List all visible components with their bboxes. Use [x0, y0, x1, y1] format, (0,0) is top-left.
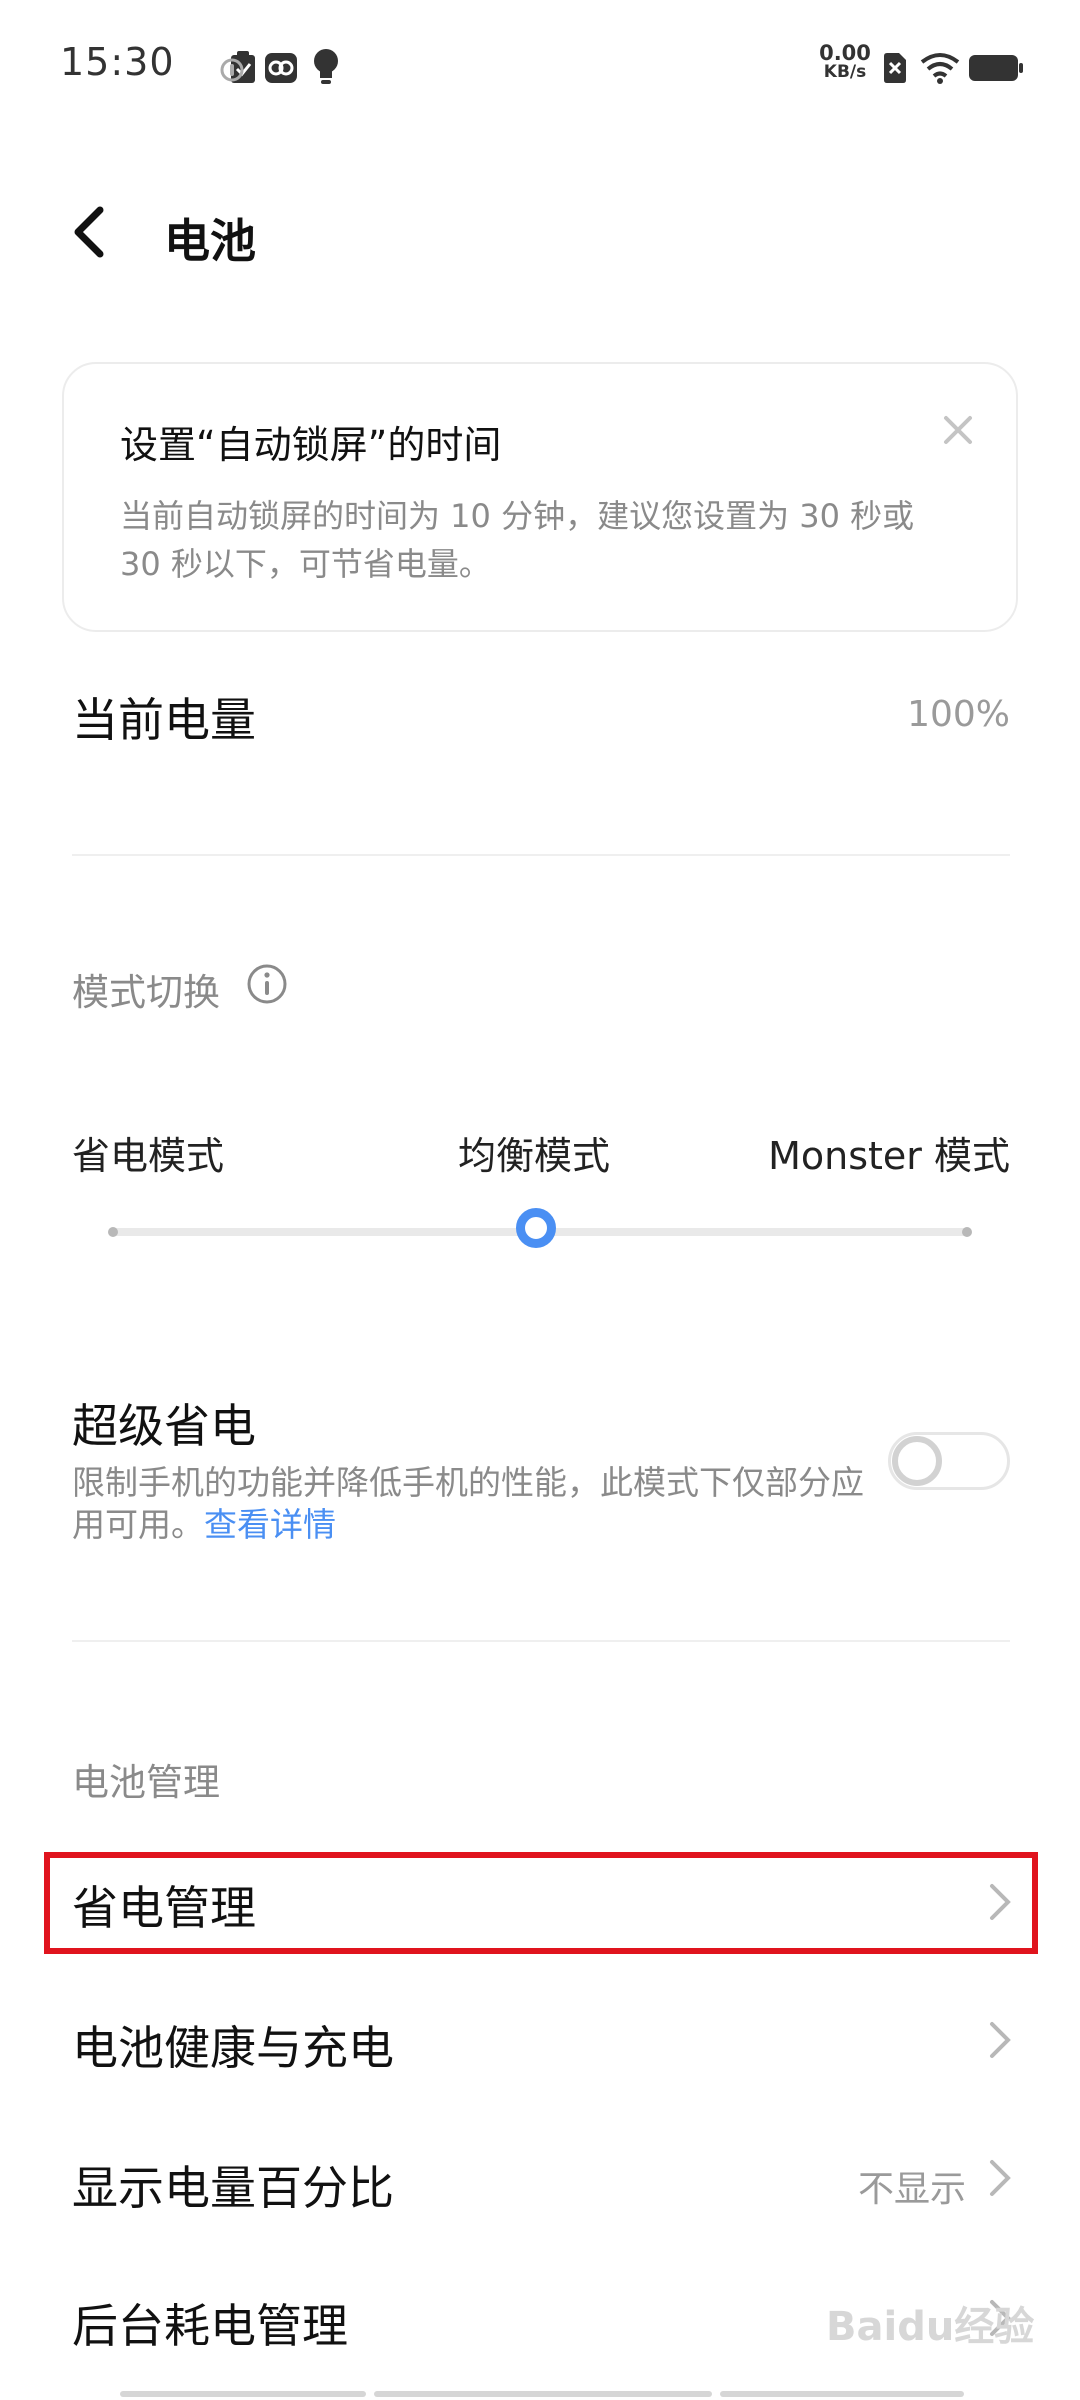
tip-title: 设置“自动锁屏”的时间 [120, 423, 502, 467]
battery-management-title: 电池管理 [72, 1761, 220, 1804]
mode-option-balanced[interactable]: 均衡模式 [458, 1125, 610, 1180]
bottom-bar-segment [720, 2391, 964, 2397]
slider-stop-left [108, 1227, 118, 1237]
battery-icon [969, 55, 1023, 81]
network-speed: 0.00 KB/s [818, 41, 872, 82]
mode-switch-title: 模式切换 [72, 971, 220, 1014]
app-ring-icon [220, 58, 244, 82]
show-battery-percentage-item[interactable]: 显示电量百分比 [72, 2152, 394, 2218]
divider [72, 1640, 1010, 1642]
slider-stop-right [962, 1227, 972, 1237]
close-icon[interactable] [940, 412, 976, 448]
chevron-right-icon [990, 2160, 1011, 2196]
highlight-box [44, 1852, 1038, 1954]
super-saver-description: 限制手机的功能并降低手机的性能，此模式下仅部分应用可用。查看详情 [72, 1462, 872, 1546]
network-speed-value: 0.00 [819, 41, 871, 65]
bottom-bar-segment [374, 2391, 712, 2397]
wifi-icon [920, 53, 960, 84]
mode-option-power-saving[interactable]: 省电模式 [72, 1125, 224, 1180]
bottom-bar-segment [120, 2391, 366, 2397]
lightbulb-icon [314, 49, 338, 84]
mode-option-monster[interactable]: Monster 模式 [760, 1125, 1010, 1180]
toggle-knob [892, 1436, 942, 1486]
super-saver-label: 超级省电 [72, 1399, 256, 1453]
watermark: Baidu经验 [826, 2304, 1035, 2350]
view-details-link[interactable]: 查看详情 [204, 1505, 336, 1544]
tip-body: 当前自动锁屏的时间为 10 分钟，建议您设置为 30 秒或 30 秒以下，可节省… [120, 497, 915, 583]
hotspot-icon [265, 53, 297, 83]
status-time: 15:30 [60, 40, 175, 84]
battery-health-charging-item[interactable]: 电池健康与充电 [72, 2012, 394, 2078]
sim-off-icon [884, 53, 906, 83]
super-saver-description-text: 限制手机的功能并降低手机的性能，此模式下仅部分应用可用。 [72, 1463, 864, 1544]
network-speed-unit: KB/s [823, 62, 867, 82]
current-level-value: 100% [907, 694, 1010, 735]
background-power-management-item[interactable]: 后台耗电管理 [72, 2290, 348, 2356]
chevron-right-icon [990, 2022, 1011, 2058]
back-button[interactable] [62, 200, 122, 264]
page-title: 电池 [164, 214, 256, 268]
info-icon[interactable] [246, 963, 288, 1005]
current-level-label: 当前电量 [72, 693, 256, 747]
divider [72, 854, 1010, 856]
show-battery-percentage-value: 不显示 [857, 2169, 966, 2210]
mode-slider-thumb[interactable] [516, 1208, 556, 1248]
